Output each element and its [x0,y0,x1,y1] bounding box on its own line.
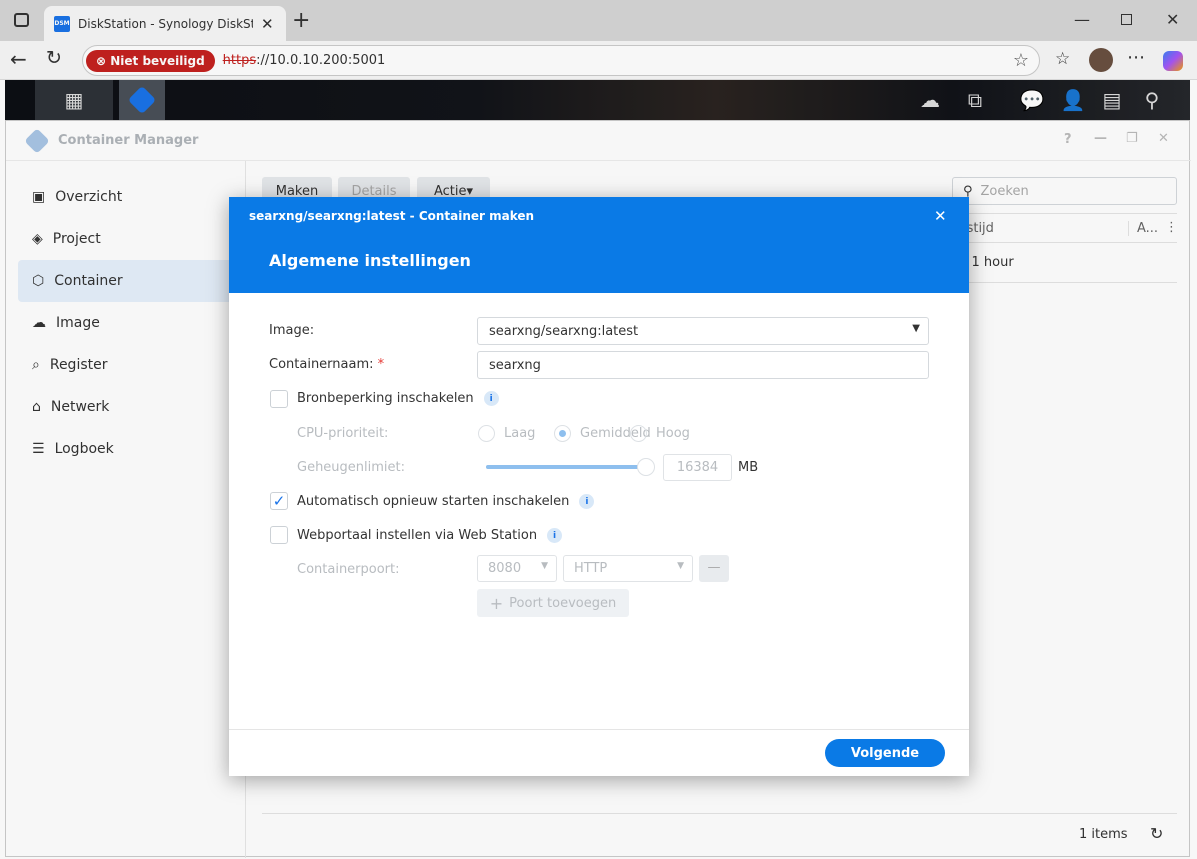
protocol-value: HTTP [574,561,608,576]
dialog-title: searxng/searxng:latest - Container maken [249,209,535,223]
add-port-label: Poort toevoegen [509,595,617,611]
cpu-priority-label: CPU-prioriteit: [297,426,389,441]
info-icon[interactable]: i [579,494,595,509]
plus-icon: + [489,593,504,613]
chevron-down-icon: ▼ [677,561,684,571]
info-icon[interactable]: i [547,528,563,543]
container-port-label: Containerpoort: [297,562,400,577]
image-select[interactable]: searxng/searxng:latest ▼ [477,317,929,345]
next-button[interactable]: Volgende [825,739,945,767]
auto-restart-checkbox[interactable]: ✓ [270,492,288,510]
chevron-down-icon: ▼ [912,323,920,334]
container-name-input[interactable]: searxng [477,351,929,379]
webportal-label: Webportaal instellen via Web Station i [297,528,563,543]
chevron-down-icon: ▼ [541,561,548,571]
auto-restart-label: Automatisch opnieuw starten inschakelen i [297,494,595,509]
protocol-select[interactable]: HTTP ▼ [563,555,693,582]
memory-limit-label: Geheugenlimiet: [297,460,406,475]
remove-port-button[interactable]: — [699,555,729,582]
dialog-header: searxng/searxng:latest - Container maken… [229,197,969,293]
memory-slider-handle[interactable] [637,458,655,476]
info-icon[interactable]: i [483,391,499,406]
cpu-high-label: Hoog [656,426,690,441]
dialog-heading: Algemene instellingen [269,251,471,270]
memory-unit: MB [738,460,759,475]
port-value: 8080 [488,561,522,576]
dialog-footer-divider [229,729,969,730]
close-dialog-icon[interactable]: ✕ [934,207,947,225]
add-port-button[interactable]: + Poort toevoegen [477,589,629,617]
container-name-label: Containernaam: * [269,357,385,372]
container-name-value: searxng [489,357,541,373]
memory-slider-fill [486,465,646,469]
webportal-checkbox[interactable] [270,526,288,544]
port-select[interactable]: 8080 ▼ [477,555,557,582]
cpu-high-radio[interactable] [630,425,647,442]
cpu-mid-radio[interactable] [554,425,571,442]
memory-limit-input[interactable]: 16384 [663,454,732,481]
checkmark-icon: ✓ [272,492,286,510]
cpu-low-label: Laag [504,426,536,441]
create-container-dialog: searxng/searxng:latest - Container maken… [229,197,969,776]
resource-limit-checkbox[interactable] [270,390,288,408]
memory-slider[interactable] [486,465,646,469]
resource-limit-label: Bronbeperking inschakelen i [297,391,499,406]
image-value: searxng/searxng:latest [489,323,639,339]
image-label: Image: [269,323,315,338]
cpu-low-radio[interactable] [478,425,495,442]
